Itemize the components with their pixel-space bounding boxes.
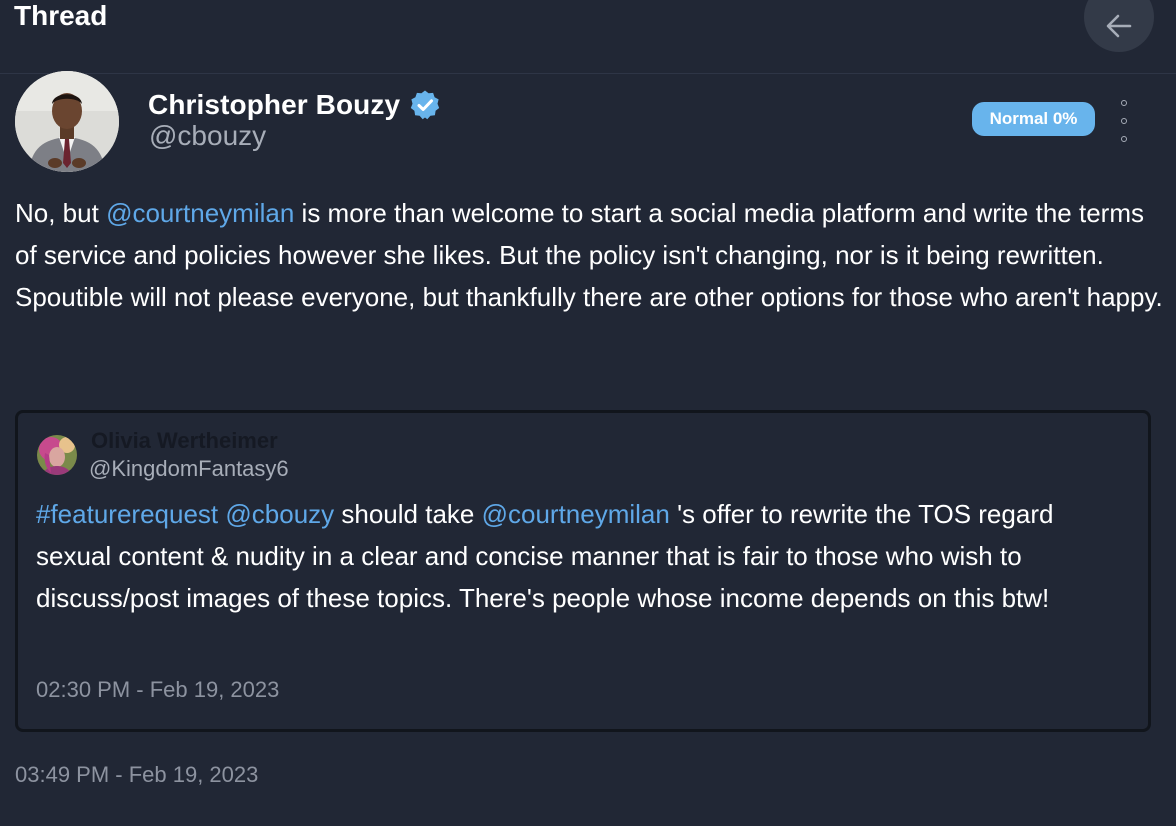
post-text: No, but [15,198,107,228]
verified-badge-icon [410,90,440,120]
quote-author-name[interactable]: Olivia Wertheimer [91,428,278,454]
kebab-dot [1121,100,1127,106]
quote-text: should take [334,499,482,529]
kebab-dot [1121,118,1127,124]
status-badge[interactable]: Normal 0% [972,102,1095,136]
quote-author-handle[interactable]: @KingdomFantasy6 [89,456,289,482]
quote-timestamp: 02:30 PM - Feb 19, 2023 [36,677,280,702]
author-row: Christopher Bouzy [148,86,441,124]
page-title: Thread [14,0,108,31]
kebab-dot [1121,136,1127,142]
post-body: No, but @courtneymilan is more than welc… [15,192,1165,318]
arrow-left-icon [1106,14,1132,38]
thread-header: Thread [0,0,1176,74]
post-timestamp: 03:49 PM - Feb 19, 2023 [15,762,259,787]
back-button[interactable] [1084,0,1154,52]
author-handle[interactable]: @cbouzy [149,120,266,152]
hashtag-link[interactable]: #featurerequest [36,499,218,529]
quote-body: #featurerequest @cbouzy should take @cou… [36,493,1126,619]
author-name[interactable]: Christopher Bouzy [148,89,400,121]
kebab-menu-icon[interactable] [1114,100,1134,142]
quote-avatar[interactable] [37,435,77,475]
mention-link[interactable]: @courtneymilan [106,198,294,228]
mention-link[interactable]: @courtneymilan [482,499,670,529]
avatar[interactable] [15,71,119,172]
mention-link[interactable]: @cbouzy [225,499,334,529]
quoted-post[interactable]: Olivia Wertheimer @KingdomFantasy6 #feat… [15,410,1151,732]
